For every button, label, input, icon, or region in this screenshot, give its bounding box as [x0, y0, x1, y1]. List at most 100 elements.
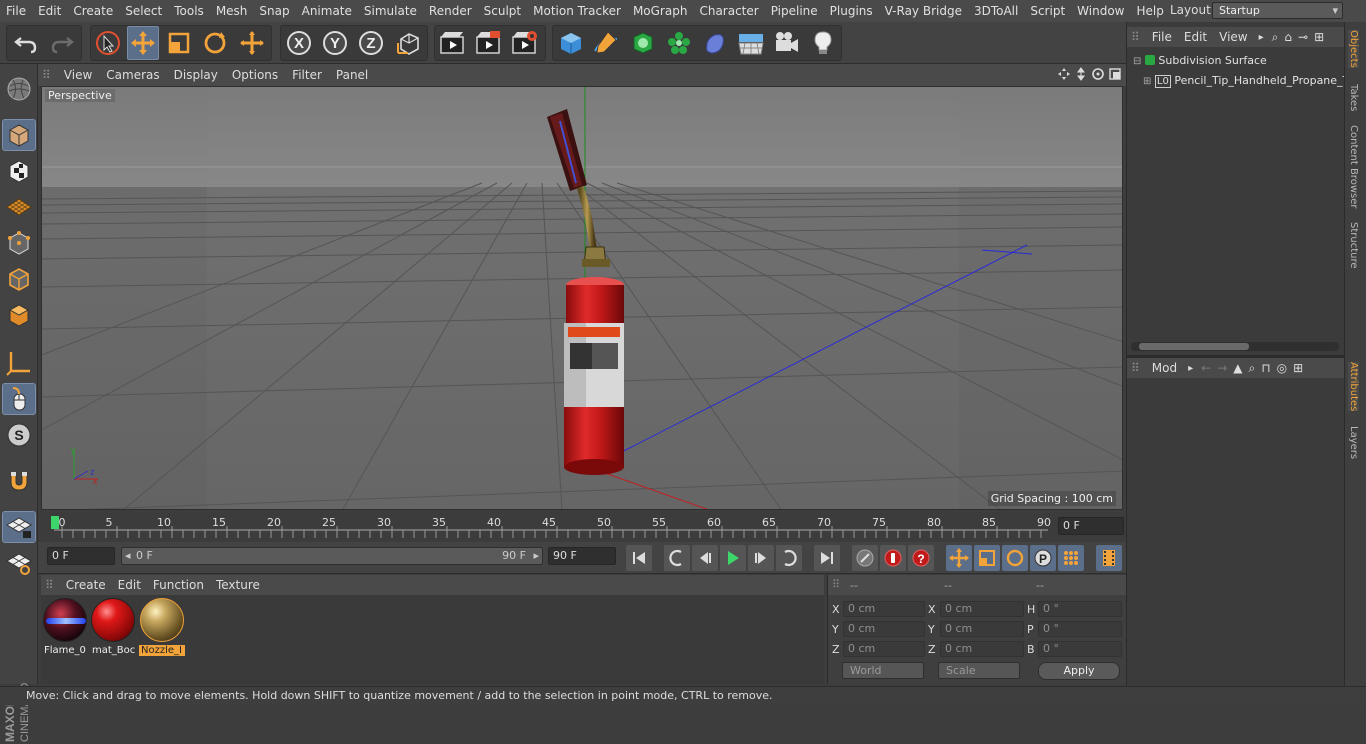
start-frame-field[interactable]: 0 F [47, 547, 115, 565]
more-arrow-icon[interactable]: ▸ [1254, 32, 1269, 43]
back-arrow-icon[interactable]: ← [1198, 361, 1214, 375]
tab-structure[interactable]: Structure [1348, 222, 1359, 269]
expand-icon[interactable]: ⊞ [1143, 76, 1151, 87]
objects-menu-edit[interactable]: Edit [1178, 30, 1213, 44]
material-menu-texture[interactable]: Texture [210, 578, 266, 592]
timeline-window-icon[interactable] [1096, 545, 1122, 571]
rot-p-field[interactable]: 0 ° [1038, 621, 1122, 637]
size-y-field[interactable]: 0 cm [940, 621, 1024, 637]
material-swatch[interactable]: mat_Boc [90, 598, 136, 656]
pos-z-field[interactable]: 0 cm [843, 641, 925, 657]
layout-dropdown[interactable]: Startup [1212, 2, 1343, 19]
forward-arrow-icon[interactable]: → [1214, 361, 1230, 375]
objects-menu-file[interactable]: File [1146, 30, 1178, 44]
next-key-icon[interactable] [776, 545, 802, 571]
viewport-menu-view[interactable]: View [57, 68, 99, 82]
rotate-tool-icon[interactable] [199, 26, 231, 60]
keyframe-selection-icon[interactable]: ? [908, 545, 934, 571]
size-mode-dropdown[interactable]: Scale [938, 662, 1020, 679]
z-axis-lock-button[interactable]: Z [355, 26, 387, 60]
redo-icon[interactable] [46, 26, 78, 60]
cloner-icon[interactable] [663, 26, 695, 60]
cube-object-icon[interactable] [555, 26, 587, 60]
menu-mograph[interactable]: MoGraph [627, 4, 694, 18]
polygons-mode-icon[interactable] [2, 299, 36, 331]
end-frame-field[interactable]: 90 F [548, 547, 616, 565]
workplane-align-icon[interactable] [2, 547, 36, 579]
previous-key-icon[interactable] [664, 545, 690, 571]
menu-help[interactable]: Help [1130, 4, 1169, 18]
add-panel-icon[interactable]: ⊞ [1290, 361, 1306, 375]
material-menu-edit[interactable]: Edit [112, 578, 147, 592]
material-menu-function[interactable]: Function [147, 578, 210, 592]
maximize-view-icon[interactable] [1108, 67, 1122, 81]
collapse-icon[interactable]: ⊟ [1133, 56, 1141, 67]
next-frame-icon[interactable] [748, 545, 774, 571]
object-horizontal-scrollbar[interactable] [1131, 342, 1339, 351]
menu-window[interactable]: Window [1071, 4, 1130, 18]
floor-environment-icon[interactable] [735, 26, 767, 60]
menu-snap[interactable]: Snap [253, 4, 295, 18]
render-settings-icon[interactable] [508, 26, 540, 60]
size-x-field[interactable]: 0 cm [940, 601, 1024, 617]
model-mode-icon[interactable] [2, 119, 36, 151]
material-swatch[interactable]: Nozzle_I [139, 598, 185, 656]
drag-grip-icon[interactable]: ⠿ [41, 578, 60, 592]
pan-view-icon[interactable] [1057, 67, 1071, 81]
play-forward-icon[interactable] [720, 545, 746, 571]
menu-simulate[interactable]: Simulate [358, 4, 423, 18]
menu-script[interactable]: Script [1024, 4, 1071, 18]
tab-objects[interactable]: Objects [1348, 30, 1359, 68]
link-icon[interactable]: ⊸ [1295, 30, 1311, 44]
key-rotation-icon[interactable] [1002, 545, 1028, 571]
menu-edit[interactable]: Edit [32, 4, 67, 18]
viewport-menu-cameras[interactable]: Cameras [99, 68, 166, 82]
key-position-icon[interactable] [946, 545, 972, 571]
target-icon[interactable]: ◎ [1274, 361, 1290, 375]
rot-b-field[interactable]: 0 ° [1038, 641, 1122, 657]
search-icon[interactable]: ⌕ [1246, 361, 1259, 376]
home-icon[interactable]: ⌂ [1281, 30, 1295, 44]
viewport-menu-options[interactable]: Options [225, 68, 285, 82]
key-parameter-icon[interactable]: P [1030, 545, 1056, 571]
drag-grip-icon[interactable]: ⠿ [1127, 30, 1146, 44]
objects-menu-view[interactable]: View [1213, 30, 1253, 44]
transform-tool-icon[interactable] [236, 26, 268, 60]
menu-pipeline[interactable]: Pipeline [765, 4, 824, 18]
menu-motion-tracker[interactable]: Motion Tracker [527, 4, 627, 18]
tab-content-browser[interactable]: Content Browser [1348, 125, 1359, 208]
pen-spline-icon[interactable] [590, 26, 622, 60]
camera-icon[interactable] [771, 26, 803, 60]
menu-vray-bridge[interactable]: V-Ray Bridge [879, 4, 968, 18]
pos-y-field[interactable]: 0 cm [843, 621, 925, 637]
lock-icon[interactable]: ⊓ [1258, 361, 1273, 375]
rotate-view-icon[interactable] [1091, 67, 1105, 81]
x-axis-lock-button[interactable]: X [283, 26, 315, 60]
coordinate-mode-dropdown[interactable]: World [842, 662, 924, 679]
tree-item-subdivision-surface[interactable]: ⊟ Subdivision Surface [1133, 54, 1267, 67]
y-axis-lock-button[interactable]: Y [319, 26, 351, 60]
make-editable-icon[interactable] [2, 73, 36, 105]
menu-create[interactable]: Create [67, 4, 119, 18]
live-selection-icon[interactable] [92, 26, 124, 60]
scale-tool-icon[interactable] [163, 26, 195, 60]
add-panel-icon[interactable]: ⊞ [1311, 30, 1327, 44]
material-swatch[interactable]: Flame_0 [42, 598, 88, 656]
record-keys-icon[interactable] [852, 545, 878, 571]
rot-h-field[interactable]: 0 ° [1038, 601, 1122, 617]
drag-grip-icon[interactable]: ⠿ [832, 578, 840, 591]
coordinate-system-icon[interactable] [393, 26, 425, 60]
tab-takes[interactable]: Takes [1348, 84, 1359, 111]
light-icon[interactable] [807, 26, 839, 60]
menu-plugins[interactable]: Plugins [824, 4, 879, 18]
points-mode-icon[interactable] [2, 227, 36, 259]
viewport-menu-filter[interactable]: Filter [285, 68, 329, 82]
material-menu-create[interactable]: Create [60, 578, 112, 592]
up-arrow-icon[interactable]: ▲ [1230, 361, 1245, 375]
undo-icon[interactable] [10, 26, 42, 60]
timeline-ruler[interactable]: 0 5 10 15 20 25 30 35 40 45 50 55 60 65 … [38, 512, 1126, 542]
tab-attributes[interactable]: Attributes [1348, 362, 1359, 412]
perspective-viewport[interactable]: y z x Perspective Grid Spacing : 100 cm [41, 86, 1123, 510]
move-tool-icon[interactable] [127, 26, 159, 60]
axis-mode-icon[interactable] [2, 347, 36, 379]
